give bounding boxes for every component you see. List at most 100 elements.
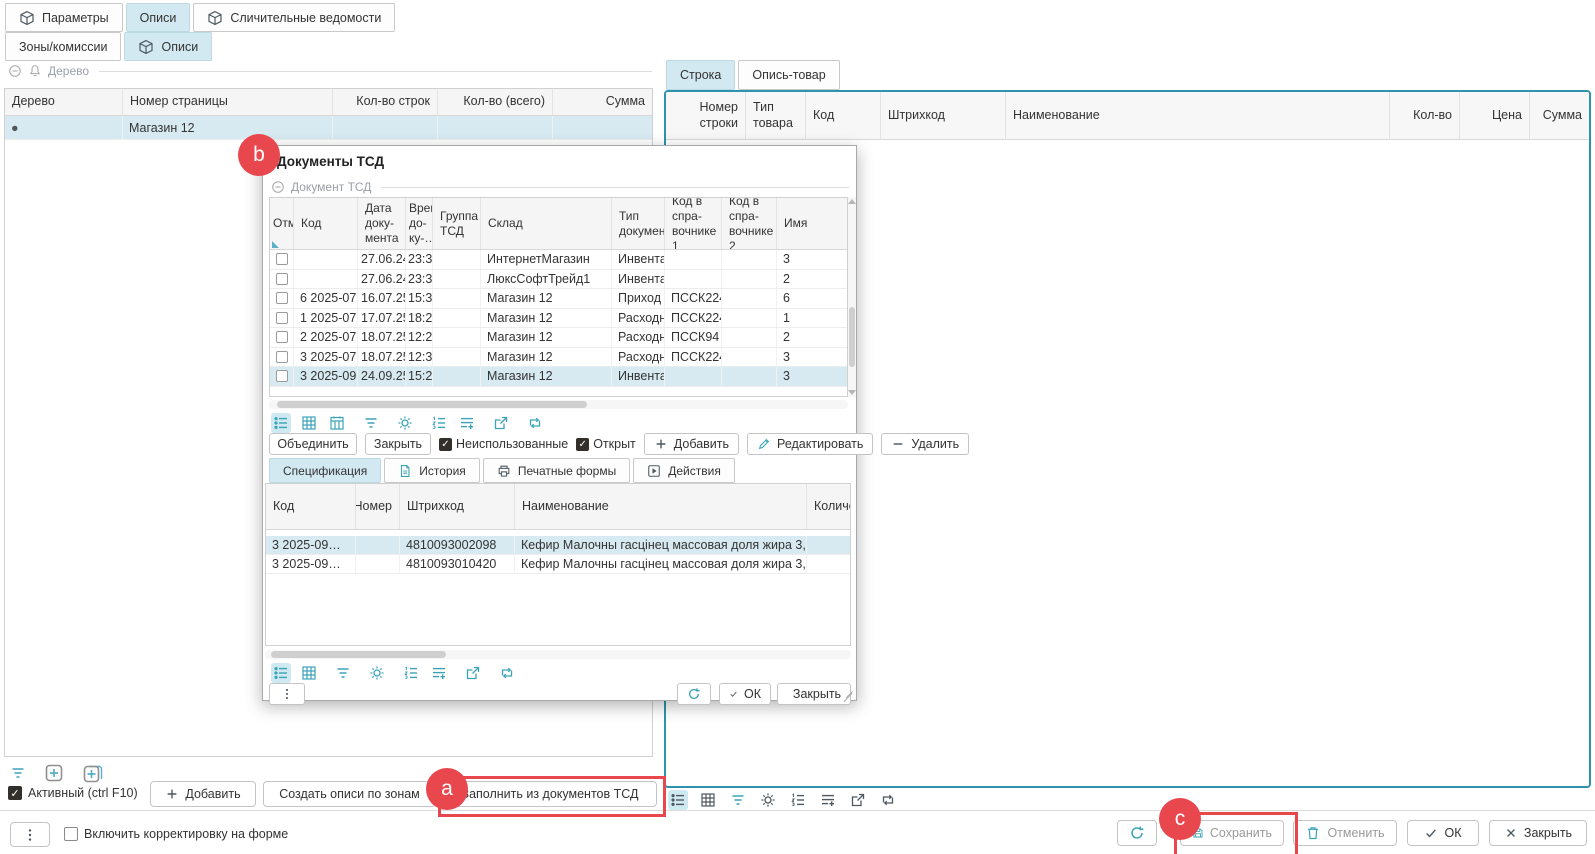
tab-zony-komissii[interactable]: Зоны/комиссии — [5, 32, 121, 61]
dialog-close-button[interactable]: Закрыть — [777, 683, 851, 705]
open-external-icon[interactable] — [491, 413, 511, 433]
row-checkbox[interactable] — [276, 331, 288, 343]
settings-gear-icon[interactable] — [367, 663, 387, 683]
column-header[interactable]: Код в спра- вочнике 2 — [722, 198, 777, 249]
tab-dejstviya[interactable]: Действия — [633, 458, 735, 483]
tab-pechatnye-formy[interactable]: Печатные формы — [483, 458, 630, 483]
column-header[interactable]: Номер страницы — [123, 89, 333, 115]
grid-view-icon[interactable] — [299, 413, 319, 433]
grid-view-icon[interactable] — [698, 790, 718, 810]
active-checkbox[interactable] — [8, 786, 22, 800]
row-checkbox[interactable] — [276, 312, 288, 324]
column-header[interactable]: Группа ТСД — [433, 198, 481, 249]
resize-grip[interactable] — [844, 688, 854, 698]
column-header[interactable]: Дата доку- мента — [358, 198, 406, 249]
tab-parametry[interactable]: Параметры — [5, 3, 123, 32]
cancel-button[interactable]: Отменить — [1293, 820, 1397, 846]
row-checkbox[interactable] — [276, 370, 288, 382]
row-checkbox[interactable] — [276, 292, 288, 304]
dialog-kebab-button[interactable] — [269, 683, 305, 705]
column-header[interactable]: Тип товара — [746, 92, 806, 139]
add-row-icon[interactable] — [818, 790, 838, 810]
filter-icon[interactable] — [361, 413, 381, 433]
tab-specifikaciya[interactable]: Спецификация — [269, 458, 381, 483]
tab-opisi-second[interactable]: Описи — [124, 32, 212, 61]
column-header[interactable]: Кол-во — [1390, 92, 1460, 139]
column-header[interactable]: Наименование — [1006, 92, 1390, 139]
grid-view-icon[interactable] — [299, 663, 319, 683]
column-header[interactable]: Код — [266, 484, 356, 529]
column-header[interactable]: Штрихкод — [400, 484, 515, 529]
add-box-icon[interactable] — [42, 761, 66, 785]
doc-table-horizontal-scrollbar[interactable] — [269, 400, 848, 409]
add-row-icon[interactable] — [429, 663, 449, 683]
tab-istoriya[interactable]: История — [384, 458, 480, 483]
column-header[interactable]: Код в спра- вочнике 1 — [665, 198, 722, 249]
settings-gear-icon[interactable] — [395, 413, 415, 433]
column-header[interactable]: Штрихкод — [881, 92, 1006, 139]
add-box-multiple-icon[interactable] — [80, 760, 106, 786]
edit-doc-button[interactable]: Редактировать — [747, 433, 873, 455]
column-header[interactable]: Сумма — [553, 89, 652, 115]
tsd-doc-row[interactable]: 1 2025-07… 17.07.25 18:22 Магазин 12 Рас… — [270, 309, 847, 329]
column-header[interactable]: Наименование — [515, 484, 807, 529]
column-header[interactable]: Имя — [777, 198, 847, 249]
dialog-ok-button[interactable]: ОК — [719, 683, 771, 705]
list-view-icon[interactable] — [271, 663, 291, 683]
tree-row-magazin-12[interactable]: ● Магазин 12 — [5, 116, 652, 140]
tsd-doc-row[interactable]: 27.06.24 23:36 ЛюксСофтТрейд1 Инвентар… … — [270, 270, 847, 290]
reload-cycle-icon[interactable] — [525, 413, 545, 433]
create-by-zones-button[interactable]: Создать описи по зонам — [263, 781, 436, 807]
reload-cycle-icon[interactable] — [497, 663, 517, 683]
tsd-doc-row-selected[interactable]: 3 2025-09… 24.09.25 15:23 Магазин 12 Инв… — [270, 367, 847, 387]
open-external-icon[interactable] — [848, 790, 868, 810]
tab-opisi-top[interactable]: Описи — [126, 3, 191, 32]
collapse-icon[interactable] — [8, 64, 22, 78]
add-doc-button[interactable]: Добавить — [644, 433, 739, 455]
doc-table-vertical-scrollbar[interactable] — [848, 197, 856, 397]
filter-icon[interactable] — [728, 790, 748, 810]
close-button[interactable]: Закрыть — [1489, 820, 1587, 846]
spec-row-selected[interactable]: 3 2025-09… 4810093002098 Кефир Малочны г… — [266, 536, 850, 555]
merge-button[interactable]: Объединить — [269, 433, 357, 455]
column-header[interactable]: Количе… — [807, 484, 850, 529]
spec-table-horizontal-scrollbar[interactable] — [265, 650, 851, 659]
tsd-doc-row[interactable]: 6 2025-07… 16.07.25 15:33 Магазин 12 При… — [270, 289, 847, 309]
column-header[interactable]: Номер строки — [666, 92, 746, 139]
add-row-icon[interactable] — [457, 413, 477, 433]
spec-row[interactable]: 3 2025-09… 4810093010420 Кефир Малочны г… — [266, 555, 850, 574]
column-header[interactable]: Отм. — [270, 198, 294, 249]
collapse-icon[interactable] — [271, 180, 285, 194]
add-button[interactable]: Добавить — [150, 781, 256, 807]
column-header[interactable]: Кол-во (всего) — [438, 89, 553, 115]
tab-opis-tovar[interactable]: Опись-товар — [738, 60, 839, 90]
tsd-doc-row[interactable]: 2 2025-07… 18.07.25 12:28 Магазин 12 Рас… — [270, 328, 847, 348]
kebab-menu-button[interactable] — [10, 822, 50, 847]
delete-doc-button[interactable]: Удалить — [881, 433, 969, 455]
tsd-doc-row[interactable]: 3 2025-07… 18.07.25 12:39 Магазин 12 Рас… — [270, 348, 847, 368]
column-header[interactable]: Дерево — [5, 89, 123, 115]
column-header[interactable]: Тип документа — [612, 198, 665, 249]
column-header[interactable]: Код — [294, 198, 358, 249]
open-checkbox[interactable] — [576, 438, 589, 451]
row-checkbox[interactable] — [276, 273, 288, 285]
tab-slichitelnye-vedomosti[interactable]: Сличительные ведомости — [193, 3, 395, 32]
refresh-button[interactable] — [1117, 820, 1157, 846]
column-header[interactable]: Врем до- ку-… — [406, 198, 433, 249]
reload-cycle-icon[interactable] — [878, 790, 898, 810]
column-header[interactable]: Цена — [1460, 92, 1530, 139]
bell-icon[interactable] — [28, 64, 42, 78]
unused-checkbox[interactable] — [439, 438, 452, 451]
ok-button[interactable]: ОК — [1407, 820, 1479, 846]
tab-stroka[interactable]: Строка — [666, 60, 735, 90]
row-checkbox[interactable] — [276, 351, 288, 363]
calendar-table-icon[interactable] — [327, 413, 347, 433]
filter-icon[interactable] — [8, 763, 28, 783]
column-header[interactable]: Номер — [356, 484, 400, 529]
numbered-list-icon[interactable] — [401, 663, 421, 683]
correction-checkbox[interactable] — [64, 827, 78, 841]
dialog-refresh-button[interactable] — [677, 683, 711, 705]
numbered-list-icon[interactable] — [788, 790, 808, 810]
close-docs-button[interactable]: Закрыть — [365, 433, 431, 455]
column-header[interactable]: Код — [806, 92, 881, 139]
